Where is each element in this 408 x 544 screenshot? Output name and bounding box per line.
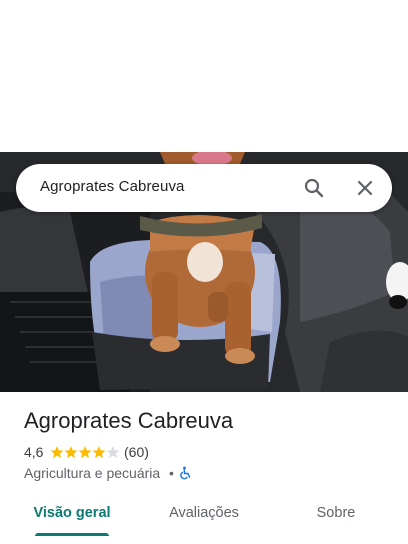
rating-value: 4,6: [24, 444, 44, 460]
search-input[interactable]: Agroprates Cabreuva: [40, 178, 184, 195]
close-icon[interactable]: [353, 176, 377, 200]
separator-dot: •: [169, 465, 174, 481]
map-area: [0, 0, 408, 152]
active-tab-indicator: [35, 533, 109, 536]
tab-about[interactable]: Sobre: [296, 496, 376, 536]
tab-reviews[interactable]: Avaliações: [160, 496, 248, 536]
tab-bar: Visão geral Avaliações Sobre: [0, 496, 408, 544]
tab-overview[interactable]: Visão geral: [28, 496, 116, 536]
search-icon[interactable]: [302, 176, 326, 200]
place-title: Agroprates Cabreuva: [24, 408, 234, 433]
star-rating-icon: [50, 446, 120, 459]
search-bar[interactable]: Agroprates Cabreuva: [16, 164, 392, 212]
wheelchair-icon: [180, 466, 191, 480]
review-count[interactable]: (60): [124, 444, 149, 460]
category-label: Agricultura e pecuária: [24, 465, 161, 481]
